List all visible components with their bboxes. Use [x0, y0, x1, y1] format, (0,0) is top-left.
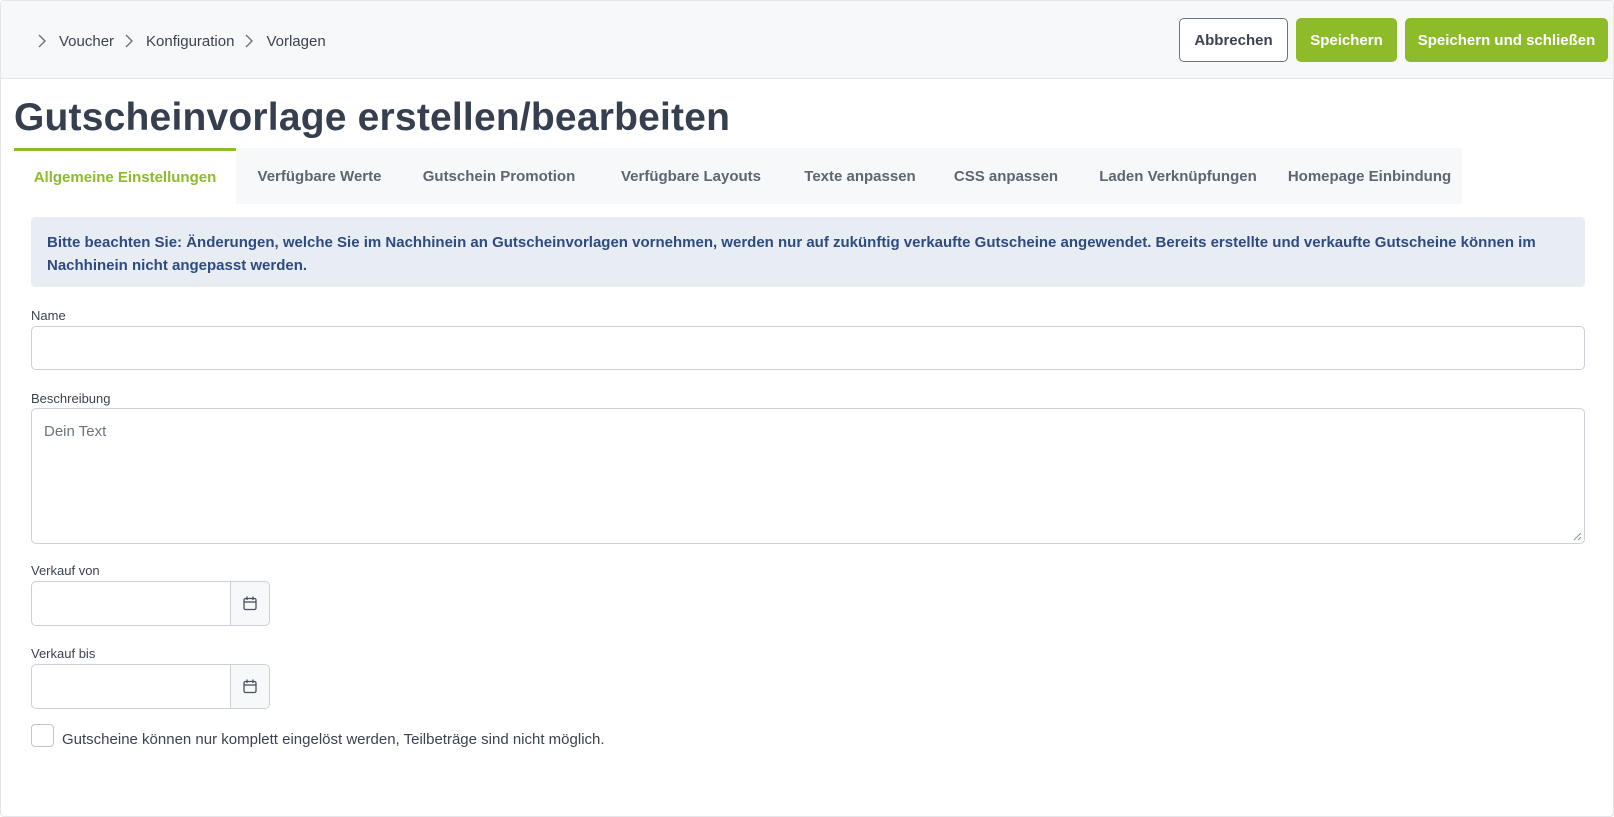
resize-grip-icon[interactable]: [1572, 531, 1582, 541]
breadcrumb-label[interactable]: Konfiguration: [146, 33, 234, 50]
sale-from-calendar-button[interactable]: [230, 581, 270, 626]
description-label: Beschreibung: [31, 391, 111, 406]
description-textarea[interactable]: Dein Text: [31, 408, 1585, 544]
calendar-icon: [243, 596, 257, 611]
tab-homepage-einbindung[interactable]: Homepage Einbindung: [1277, 148, 1462, 204]
save-and-close-button[interactable]: Speichern und schließen: [1405, 18, 1608, 62]
info-notice: Bitte beachten Sie: Änderungen, welche S…: [31, 217, 1585, 287]
breadcrumb-item-voucher[interactable]: Voucher: [37, 33, 114, 50]
tab-laden-verknuepfungen[interactable]: Laden Verknüpfungen: [1079, 148, 1277, 204]
sale-from-input[interactable]: [31, 581, 231, 626]
breadcrumb-item-konfiguration[interactable]: Konfiguration: [124, 33, 234, 50]
app-frame: Voucher Konfiguration Vorlagen Abbrechen…: [0, 0, 1614, 817]
full-redemption-checkbox[interactable]: [31, 724, 54, 747]
name-label: Name: [31, 308, 66, 323]
breadcrumb-label[interactable]: Vorlagen: [266, 33, 325, 50]
top-bar: Voucher Konfiguration Vorlagen Abbrechen…: [1, 1, 1613, 79]
tab-verfuegbare-layouts[interactable]: Verfügbare Layouts: [595, 148, 787, 204]
tab-allgemeine-einstellungen[interactable]: Allgemeine Einstellungen: [14, 148, 236, 204]
save-button[interactable]: Speichern: [1296, 18, 1397, 62]
sale-to-calendar-button[interactable]: [230, 664, 270, 709]
full-redemption-label[interactable]: Gutscheine können nur komplett eingelöst…: [62, 731, 605, 748]
name-input[interactable]: [31, 326, 1585, 370]
page-title: Gutscheinvorlage erstellen/bearbeiten: [14, 96, 731, 139]
cancel-button[interactable]: Abbrechen: [1179, 18, 1288, 62]
chevron-right-icon: [38, 34, 46, 48]
tab-verfuegbare-werte[interactable]: Verfügbare Werte: [236, 148, 403, 204]
breadcrumb-label[interactable]: Voucher: [59, 33, 114, 50]
sale-from-date-group: [31, 581, 270, 626]
chevron-right-icon: [125, 34, 134, 48]
sale-from-label: Verkauf von: [31, 563, 100, 578]
breadcrumb: Voucher Konfiguration Vorlagen: [37, 31, 336, 51]
sale-to-date-group: [31, 664, 270, 709]
tab-texte-anpassen[interactable]: Texte anpassen: [787, 148, 933, 204]
tab-bar: Allgemeine Einstellungen Verfügbare Wert…: [14, 148, 1462, 204]
tab-gutschein-promotion[interactable]: Gutschein Promotion: [403, 148, 595, 204]
description-placeholder: Dein Text: [44, 423, 107, 440]
breadcrumb-item-vorlagen[interactable]: Vorlagen: [244, 33, 326, 50]
calendar-icon: [243, 679, 257, 694]
sale-to-input[interactable]: [31, 664, 231, 709]
tab-css-anpassen[interactable]: CSS anpassen: [933, 148, 1079, 204]
chevron-right-icon: [245, 34, 254, 48]
sale-to-label: Verkauf bis: [31, 646, 96, 661]
